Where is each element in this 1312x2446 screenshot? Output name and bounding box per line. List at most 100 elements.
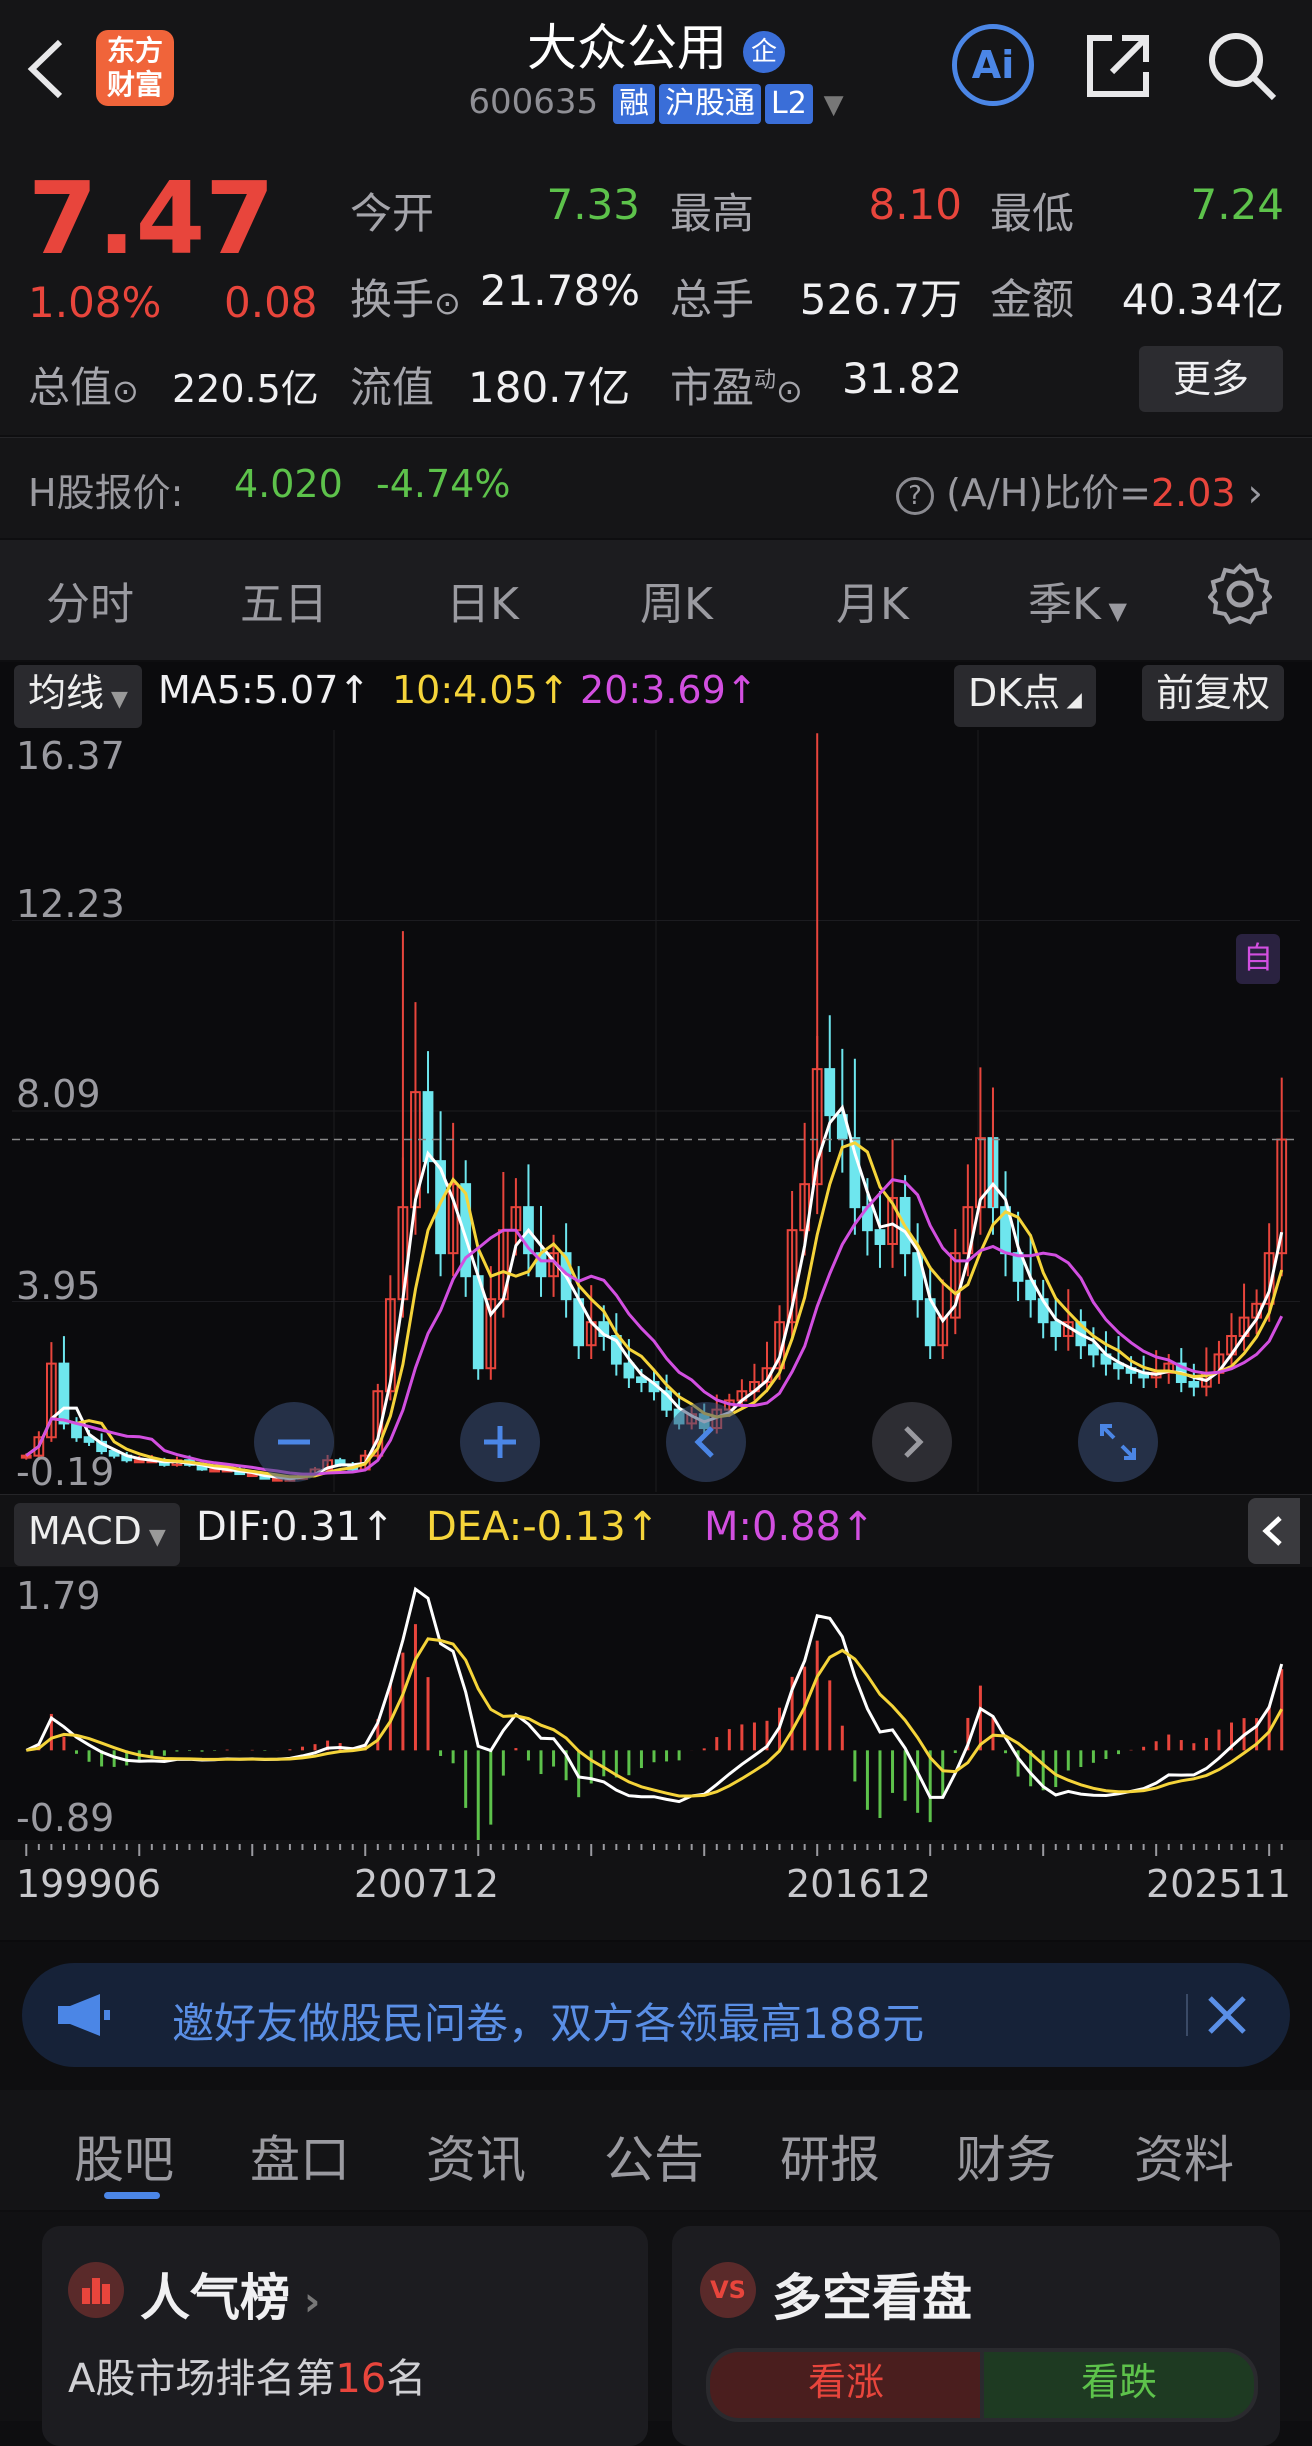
tab-announcements[interactable]: 公告 [604,2120,704,2192]
candle [485,1266,497,1380]
adjust-button[interactable]: 前复权 [1142,665,1285,721]
tab-active-indicator [104,2192,160,2199]
low-label: 最低 [990,189,1075,238]
macd-selector[interactable]: MACD ▼ [14,1503,180,1566]
hshare-change: -4.74% [376,462,511,506]
vs-title: 多空看盘 [772,2269,972,2327]
scroll-left-button[interactable] [666,1402,746,1482]
turnover-value: 21.78% [479,266,640,315]
price-chart [12,730,1300,1492]
macd-m: M:0.88↑ [704,1504,875,1550]
turnover-label: 换手⊙ [350,275,461,324]
ma20-value: 20:3.69↑ [580,668,758,712]
high-label: 最高 [670,189,755,238]
ranking-icon [68,2262,124,2318]
dif-line [25,1586,1284,1804]
ai-button[interactable]: Ai [952,24,1034,106]
collapse-panel-button[interactable] [1248,1498,1300,1564]
popular-card[interactable] [42,2226,648,2446]
scroll-right-button[interactable] [872,1402,952,1482]
last-price: 7.47 [28,160,275,277]
close-icon[interactable] [1204,1992,1250,2038]
price-axis-label: 16.37 [16,734,125,778]
price-axis-label: 3.95 [16,1264,101,1308]
candle [71,1417,82,1442]
bull-button[interactable]: 看涨 [706,2348,986,2422]
macd-axis-bottom: -0.89 [16,1796,115,1840]
tab-news[interactable]: 资讯 [426,2120,526,2192]
tab-intraday[interactable]: 分时 [46,568,134,632]
candle [1062,1289,1074,1351]
ah-ratio-value: 2.03 [1150,471,1236,515]
candle [435,1111,446,1277]
volume-label: 总手 [670,275,755,324]
zoom-in-button[interactable] [460,1402,540,1482]
tag-margin: 融 [612,83,655,124]
tab-guba[interactable]: 股吧 [74,2120,174,2192]
tab-monthly[interactable]: 月K [836,568,909,632]
ma10-value: 10:4.05↑ [392,668,570,712]
change-amount: 0.08 [224,278,318,327]
fullscreen-button[interactable] [1078,1402,1158,1482]
candle [523,1164,534,1277]
help-icon: ? [896,476,934,515]
auto-tag[interactable]: 自 [1236,934,1280,984]
tab-profile[interactable]: 资料 [1134,2120,1234,2192]
candle [912,1223,924,1318]
tab-daily[interactable]: 日K [446,568,519,632]
tab-five-day[interactable]: 五日 [240,568,328,632]
chevron-left-icon [1262,1516,1282,1546]
amount-value: 40.34亿 [1121,275,1284,324]
tab-research[interactable]: 研报 [780,2120,880,2192]
chevron-right-icon: › [1247,471,1263,515]
more-button[interactable]: 更多 [1139,346,1283,412]
candle [924,1266,936,1360]
candle [1050,1297,1062,1351]
float-label: 流值 [350,363,435,412]
open-value: 7.33 [546,180,640,229]
macd-dea: DEA:-0.13↑ [426,1504,660,1550]
bear-button[interactable]: 看跌 [980,2348,1258,2422]
info-icon: ⊙ [776,372,803,410]
hshare-price: 4.020 [234,462,343,506]
candle [1213,1340,1225,1384]
info-icon: ⊙ [434,284,461,322]
chevron-down-icon: ▼ [823,90,844,120]
share-icon[interactable] [1082,30,1154,102]
tab-quarterly[interactable]: 季K ▼ [1028,568,1127,632]
enterprise-badge: 企 [742,30,785,73]
settings-gear-icon[interactable] [1207,562,1273,626]
candle [874,1190,886,1268]
search-icon[interactable] [1204,28,1280,104]
date-axis-label: 202511 [1146,1862,1292,1906]
tab-financials[interactable]: 财务 [956,2120,1056,2192]
divider [1186,1994,1188,2036]
notice-text: 邀好友做股民问卷，双方各领最高188元 [172,1999,925,2048]
dk-point-button[interactable]: DK点 ◢ [954,665,1096,727]
candle [1175,1348,1187,1393]
candle [949,1229,961,1335]
plus-icon [484,1426,516,1458]
volume-value: 526.7万 [799,275,962,324]
low-value: 7.24 [1190,180,1284,229]
mcap-label: 总值⊙ [28,363,139,412]
expand-icon [1100,1424,1136,1460]
minus-icon [278,1439,310,1445]
stock-code: 600635 [468,82,599,122]
candle [1000,1171,1011,1277]
chevron-left-icon [694,1426,714,1458]
ma-selector[interactable]: 均线 ▼ [14,665,142,728]
candle [422,1051,434,1194]
popular-rank-text: A股市场排名第16名 [68,2356,427,2402]
macd-chart [25,1586,1284,1840]
zoom-out-button[interactable] [254,1402,334,1482]
ah-ratio: ? (A/H)比价=2.03 › [896,462,1263,517]
chevron-right-icon [904,1426,924,1458]
date-axis-label: 200712 [354,1862,500,1906]
hshare-label: H股报价: [28,471,184,515]
tab-weekly[interactable]: 周K [640,568,713,632]
ai-icon: Ai [971,43,1015,87]
mcap-value: 220.5亿 [172,367,319,411]
macd-dif: DIF:0.31↑ [196,1504,395,1550]
tab-orderbook[interactable]: 盘口 [250,2120,350,2192]
